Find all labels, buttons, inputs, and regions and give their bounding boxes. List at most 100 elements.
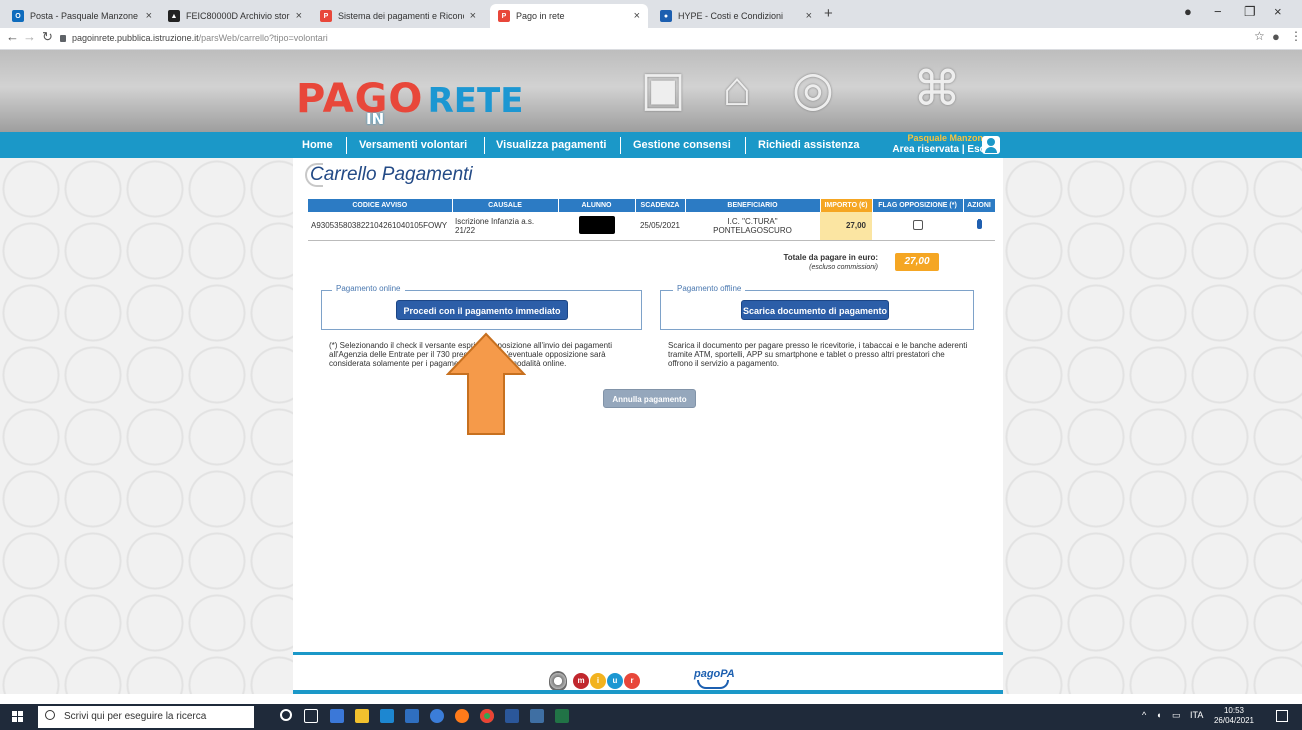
col-codice-avviso: CODICE AVVISO bbox=[308, 199, 453, 212]
close-tab-icon[interactable]: × bbox=[146, 10, 152, 22]
total-amount: 27,00 bbox=[895, 253, 939, 271]
browser-tab-archivio[interactable]: ▲ FEIC80000D Archivio storico × bbox=[160, 4, 310, 28]
windows-start-icon[interactable] bbox=[12, 711, 24, 723]
lock-icon bbox=[60, 35, 66, 42]
user-avatar-icon[interactable] bbox=[982, 136, 1000, 154]
minimize-icon[interactable]: − bbox=[1214, 4, 1222, 19]
notifications-icon[interactable] bbox=[1276, 710, 1288, 722]
nav-home[interactable]: Home bbox=[302, 139, 333, 151]
miur-logo-i: i bbox=[590, 673, 606, 689]
meal-icon: ◎ bbox=[792, 63, 834, 116]
cell-importo: 27,00 bbox=[820, 212, 872, 241]
browser-tab-sistema[interactable]: P Sistema dei pagamenti e Riconci × bbox=[312, 4, 484, 28]
cell-flag bbox=[872, 212, 963, 241]
total-label: Totale da pagare in euro: (escluso commi… bbox=[770, 253, 878, 273]
tab-title: Pago in rete bbox=[516, 11, 565, 21]
back-icon[interactable]: ← bbox=[6, 29, 19, 44]
right-background-pattern bbox=[1003, 158, 1302, 694]
store-icon[interactable] bbox=[380, 709, 394, 723]
flag-opposizione-checkbox[interactable] bbox=[912, 219, 923, 230]
col-beneficiario: BENEFICIARIO bbox=[685, 199, 821, 212]
nav-richiedi-assistenza[interactable]: Richiedi assistenza bbox=[758, 139, 860, 151]
file-explorer-icon[interactable] bbox=[355, 709, 369, 723]
left-background-pattern bbox=[0, 158, 293, 694]
pago-in-rete-logo[interactable]: PAGO IN RETE bbox=[296, 76, 524, 128]
nav-separator bbox=[484, 137, 485, 154]
miur-logo-m: m bbox=[573, 673, 589, 689]
bookmark-star-icon[interactable]: ☆ bbox=[1254, 29, 1265, 43]
user-area-link[interactable]: Area riservata | Esci bbox=[870, 144, 988, 155]
browser-tab-pagoinrete[interactable]: P Pago in rete × bbox=[490, 4, 648, 28]
task-view-icon[interactable] bbox=[304, 709, 318, 723]
cortana-icon[interactable] bbox=[280, 709, 292, 721]
cloud-icon: ▲ bbox=[168, 10, 180, 22]
calculator-icon[interactable] bbox=[330, 709, 344, 723]
url-field[interactable]: pagoinrete.pubblica.istruzione.it/parsWe… bbox=[60, 33, 328, 43]
language-indicator[interactable]: ITA bbox=[1190, 710, 1203, 720]
menu-dots-icon[interactable]: ⋮ bbox=[1290, 29, 1302, 43]
logo-in: IN bbox=[366, 110, 385, 128]
volume-icon[interactable]: ◖ bbox=[1156, 710, 1161, 720]
url-path: /parsWeb/carrello?tipo=volontari bbox=[198, 33, 328, 43]
taskbar-clock[interactable]: 10:53 26/04/2021 bbox=[1212, 706, 1256, 726]
italian-republic-emblem bbox=[549, 671, 567, 691]
new-tab-button[interactable]: + bbox=[824, 5, 833, 22]
app-icon[interactable] bbox=[405, 709, 419, 723]
reload-icon[interactable]: ↻ bbox=[42, 29, 53, 45]
clock-date: 26/04/2021 bbox=[1213, 716, 1255, 725]
cell-scadenza: 25/05/2021 bbox=[635, 212, 685, 241]
highlight-arrow-icon bbox=[446, 332, 526, 435]
online-payment-legend: Pagamento online bbox=[332, 284, 405, 293]
pagopa-smile-icon bbox=[697, 680, 729, 689]
col-flag-opposizione: FLAG OPPOSIZIONE (*) bbox=[872, 199, 964, 212]
browser-tab-outlook[interactable]: O Posta - Pasquale Manzone - Outl × bbox=[4, 4, 160, 28]
tab-title: HYPE - Costi e Condizioni bbox=[678, 11, 784, 21]
profile-icon[interactable]: ● bbox=[1184, 4, 1192, 19]
tab-title: FEIC80000D Archivio storico bbox=[186, 11, 290, 21]
scarica-documento-button[interactable]: Scarica documento di pagamento bbox=[741, 300, 889, 320]
page-title: Carrello Pagamenti bbox=[310, 164, 473, 185]
chrome-icon[interactable] bbox=[480, 709, 494, 723]
tab-title: Posta - Pasquale Manzone - Outl bbox=[30, 11, 140, 21]
close-tab-icon[interactable]: × bbox=[296, 10, 302, 22]
clock-time: 10:53 bbox=[1223, 706, 1245, 715]
delete-icon[interactable] bbox=[976, 220, 982, 230]
user-name: Pasquale Manzone bbox=[907, 133, 988, 143]
annulla-pagamento-button[interactable]: Annulla pagamento bbox=[603, 389, 696, 408]
col-alunno: ALUNNO bbox=[558, 199, 636, 212]
school-bus-icon: ▣ bbox=[640, 63, 686, 116]
forward-icon[interactable]: → bbox=[23, 29, 36, 44]
museum-trip-icon: ⌘ bbox=[913, 63, 961, 116]
nav-gestione-consensi[interactable]: Gestione consensi bbox=[633, 139, 731, 151]
calculator-app-icon[interactable] bbox=[530, 709, 544, 723]
table-row: A930535803822104261040105FOWY Iscrizione… bbox=[308, 212, 995, 241]
word-icon[interactable] bbox=[505, 709, 519, 723]
close-tab-icon[interactable]: × bbox=[470, 10, 476, 22]
maximize-icon[interactable]: ❐ bbox=[1244, 4, 1256, 20]
excel-icon[interactable] bbox=[555, 709, 569, 723]
procedi-pagamento-button[interactable]: Procedi con il pagamento immediato bbox=[396, 300, 568, 320]
cell-alunno bbox=[558, 212, 635, 241]
firefox-icon[interactable] bbox=[455, 709, 469, 723]
tab-title: Sistema dei pagamenti e Riconci bbox=[338, 11, 464, 21]
close-tab-icon[interactable]: × bbox=[634, 10, 640, 22]
close-window-icon[interactable]: × bbox=[1274, 4, 1282, 19]
tray-chevron-icon[interactable]: ^ bbox=[1142, 710, 1146, 720]
edge-icon[interactable] bbox=[430, 709, 444, 723]
account-icon[interactable]: ● bbox=[1272, 29, 1280, 44]
cell-causale: Iscrizione Infanzia a.s. 21/22 bbox=[452, 212, 558, 241]
miur-logo-r: r bbox=[624, 673, 640, 689]
offline-payment-legend: Pagamento offline bbox=[673, 284, 746, 293]
network-icon[interactable]: ▭ bbox=[1172, 710, 1181, 721]
browser-tab-hype[interactable]: ● HYPE - Costi e Condizioni × bbox=[652, 4, 820, 28]
close-tab-icon[interactable]: × bbox=[806, 10, 812, 22]
nav-versamenti-volontari[interactable]: Versamenti volontari bbox=[359, 139, 467, 151]
taskbar-search-placeholder: Scrivi qui per eseguire la ricerca bbox=[64, 711, 207, 722]
col-scadenza: SCADENZA bbox=[635, 199, 686, 212]
search-icon bbox=[45, 710, 55, 720]
logo-rete: RETE bbox=[427, 81, 524, 121]
nav-visualizza-pagamenti[interactable]: Visualizza pagamenti bbox=[496, 139, 606, 151]
nav-separator bbox=[346, 137, 347, 154]
col-causale: CAUSALE bbox=[452, 199, 559, 212]
nav-separator bbox=[745, 137, 746, 154]
